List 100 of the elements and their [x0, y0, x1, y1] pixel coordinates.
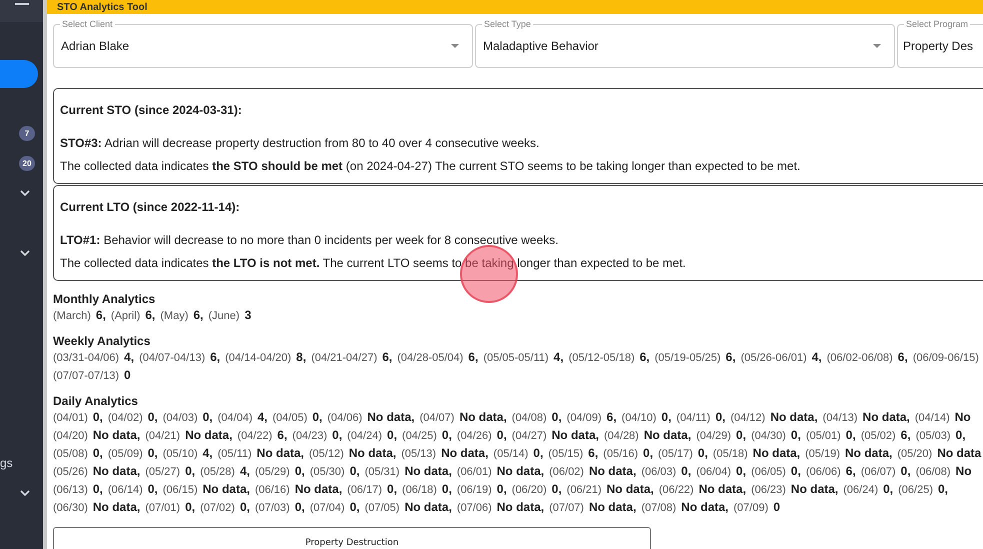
- period-value: No data,: [770, 410, 818, 424]
- period-label: (06/02): [549, 466, 584, 478]
- period-value: 4,: [554, 350, 564, 364]
- period-label: (04/29): [696, 430, 732, 442]
- period-value: 0,: [938, 482, 948, 496]
- chevron-icon[interactable]: [20, 190, 30, 196]
- period-label: (06/14): [108, 484, 143, 496]
- period-value: No: [956, 464, 972, 478]
- count-badge: 7: [19, 126, 35, 140]
- period-value: No data,: [92, 464, 140, 478]
- period-value: 6,: [210, 350, 220, 364]
- period-value: No data,: [588, 500, 636, 514]
- period-label: (04/21): [145, 430, 180, 442]
- period-value: 0,: [294, 500, 305, 514]
- period-label: (04/24): [347, 430, 382, 442]
- period-value: 6,: [900, 428, 911, 442]
- period-value: 6,: [588, 446, 598, 460]
- period-value: 6,: [606, 410, 617, 424]
- period-label: (04/05): [272, 412, 308, 424]
- period-label: (05/29): [254, 466, 290, 478]
- period-value: No data,: [256, 446, 304, 460]
- period-value: No data,: [459, 410, 507, 424]
- period-value: 0,: [496, 482, 507, 496]
- period-label: (04/20): [53, 430, 88, 442]
- period-value: No data,: [844, 446, 892, 460]
- period-label: (06/06): [806, 466, 841, 478]
- period-label: (05/15): [548, 448, 584, 460]
- period-value: 0,: [715, 410, 726, 424]
- section-title: Weekly Analytics: [53, 334, 152, 349]
- period-value: 6,: [640, 350, 650, 364]
- period-label: (06/08): [916, 466, 951, 478]
- period-value: 0,: [900, 464, 911, 478]
- period-value: No data,: [185, 428, 232, 442]
- nav-item[interactable]: [0, 60, 38, 88]
- period-value: No data,: [862, 410, 910, 424]
- period-value: 0,: [790, 428, 801, 442]
- period-label: (07/05): [364, 502, 400, 514]
- page-title: STO Analytics Tool: [57, 2, 148, 14]
- period-label: (March): [53, 310, 91, 322]
- menu-icon[interactable]: [14, 2, 28, 6]
- nav-label[interactable]: gs: [0, 456, 13, 470]
- period-label: (04/30): [751, 430, 786, 442]
- chevron-icon[interactable]: [20, 250, 30, 256]
- chevron-icon[interactable]: [20, 490, 30, 496]
- period-value: 6,: [382, 350, 392, 364]
- period-label: (06/05): [751, 466, 786, 478]
- period-label: (04/21-04/27): [311, 352, 378, 364]
- period-label: (04/08): [512, 412, 547, 424]
- period-label: (05/13): [401, 448, 436, 460]
- period-value: 0,: [350, 500, 360, 514]
- period-label: (06/30): [53, 502, 88, 514]
- period-value: 0,: [643, 446, 654, 460]
- field-label: Select Client: [60, 18, 115, 30]
- period-label: (05/17): [658, 448, 693, 460]
- period-value: 0,: [350, 464, 360, 478]
- period-label: (April): [110, 310, 140, 322]
- period-label: (05/26): [53, 466, 88, 478]
- objective-status: The collected data indicates the LTO is not met. The current LTO seems to be taking longer than expected to be met.: [60, 255, 687, 272]
- period-label: (05/01): [806, 430, 841, 442]
- period-value: 0,: [681, 464, 692, 478]
- period-label: (06/01): [456, 466, 492, 478]
- period-value: 6,: [898, 350, 908, 364]
- select-field[interactable]: Select Type Maladaptive Behavior: [475, 17, 895, 68]
- period-label: (05/18): [712, 448, 748, 460]
- period-value: 0,: [148, 446, 158, 460]
- period-label: (06/13): [53, 484, 88, 496]
- period-value: 4,: [812, 350, 822, 364]
- period-label: (04/01): [53, 412, 88, 424]
- period-label: (07/07): [549, 502, 584, 514]
- period-value: No: [954, 410, 971, 424]
- period-value: 0,: [442, 428, 452, 442]
- period-value: 0: [773, 500, 780, 514]
- period-label: (June): [208, 310, 240, 322]
- period-value: 0,: [442, 482, 452, 496]
- period-label: (May): [160, 310, 188, 322]
- period-label: (04/07-04/13): [139, 352, 206, 364]
- chart-title: Property Destruction: [305, 538, 399, 549]
- period-value: 0,: [332, 428, 342, 442]
- period-label: (05/09): [108, 448, 143, 460]
- period-value: 0,: [240, 500, 250, 514]
- period-value: 0,: [185, 500, 196, 514]
- period-value: 6,: [96, 308, 106, 322]
- field-value: Adrian Blake: [61, 39, 130, 53]
- period-value: 4,: [240, 464, 250, 478]
- period-label: (05/08): [53, 448, 88, 460]
- field-value: Maladaptive Behavior: [483, 39, 600, 53]
- period-value: 6,: [846, 464, 856, 478]
- period-value: No data,: [404, 500, 452, 514]
- period-label: (06/18): [402, 484, 437, 496]
- period-label: (07/01): [145, 502, 180, 514]
- period-value: No data: [937, 446, 982, 460]
- period-value: 0,: [148, 410, 158, 424]
- period-label: (05/19-05/25): [654, 352, 721, 364]
- field-label: Select Program: [904, 18, 970, 30]
- period-value: 6,: [277, 428, 288, 442]
- period-label: (04/07): [420, 412, 454, 424]
- period-label: (06/03): [641, 466, 676, 478]
- period-value: No data,: [441, 446, 488, 460]
- select-field[interactable]: Select Client Adrian Blake: [53, 17, 473, 68]
- period-label: (04/27): [512, 430, 547, 442]
